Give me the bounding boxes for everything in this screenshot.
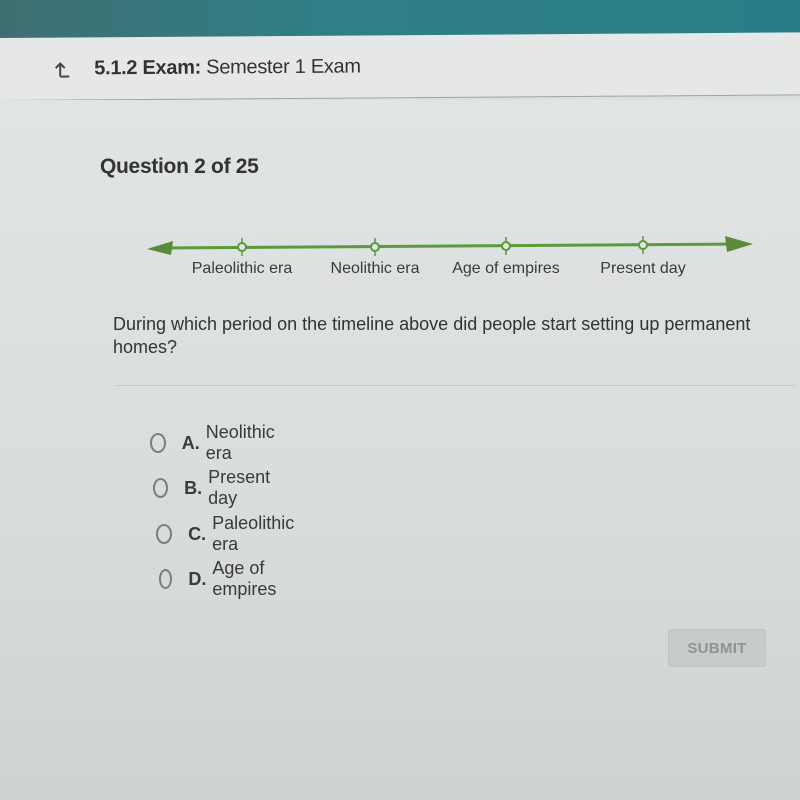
radio-button[interactable] bbox=[150, 433, 166, 453]
option-text: Present day bbox=[208, 467, 271, 508]
question-text: During which period on the timeline abov… bbox=[113, 314, 751, 357]
right-arrow-icon bbox=[725, 236, 753, 252]
timeline-label: Present day bbox=[600, 260, 686, 277]
question-content bbox=[0, 100, 800, 800]
timeline: Paleolithic era Neolithic era Age of empir… bbox=[145, 232, 755, 292]
exam-name: Semester 1 Exam bbox=[206, 55, 361, 79]
option-d[interactable]: D. Age of empires bbox=[159, 558, 283, 600]
radio-button[interactable] bbox=[153, 478, 169, 498]
timeline-label: Paleolithic era bbox=[191, 260, 293, 277]
option-letter: C. bbox=[188, 523, 207, 544]
left-arrow-icon bbox=[147, 241, 173, 255]
radio-button[interactable] bbox=[159, 569, 173, 589]
option-c[interactable]: C. Paleolithic era bbox=[156, 513, 298, 555]
option-text: Age of empires bbox=[212, 558, 277, 599]
timeline-point bbox=[370, 238, 380, 256]
question-number: Question 2 of 25 bbox=[100, 155, 259, 178]
option-letter: A. bbox=[181, 432, 200, 453]
option-b[interactable]: B. Present day bbox=[153, 467, 275, 509]
option-letter: B. bbox=[184, 477, 203, 498]
timeline-point bbox=[237, 238, 247, 256]
option-text: Neolithic era bbox=[205, 422, 275, 463]
timeline-point bbox=[638, 236, 648, 254]
timeline-label: Neolithic era bbox=[330, 260, 420, 277]
exam-title: 5.1.2 Exam: Semester 1 Exam bbox=[94, 55, 361, 80]
timeline-label: Age of empires bbox=[452, 260, 560, 277]
exam-label: Exam: bbox=[142, 56, 202, 80]
exam-header: 5.1.2 Exam: Semester 1 Exam bbox=[0, 32, 800, 101]
radio-button[interactable] bbox=[156, 524, 173, 544]
option-text: Paleolithic era bbox=[212, 513, 295, 554]
course-code: 5.1.2 bbox=[94, 57, 138, 80]
submit-button[interactable]: SUBMIT bbox=[668, 629, 766, 667]
timeline-point bbox=[501, 237, 511, 255]
option-a[interactable]: A. Neolithic era bbox=[150, 422, 279, 464]
up-arrow-icon[interactable] bbox=[54, 61, 70, 79]
option-letter: D. bbox=[188, 568, 207, 589]
divider bbox=[115, 385, 795, 386]
